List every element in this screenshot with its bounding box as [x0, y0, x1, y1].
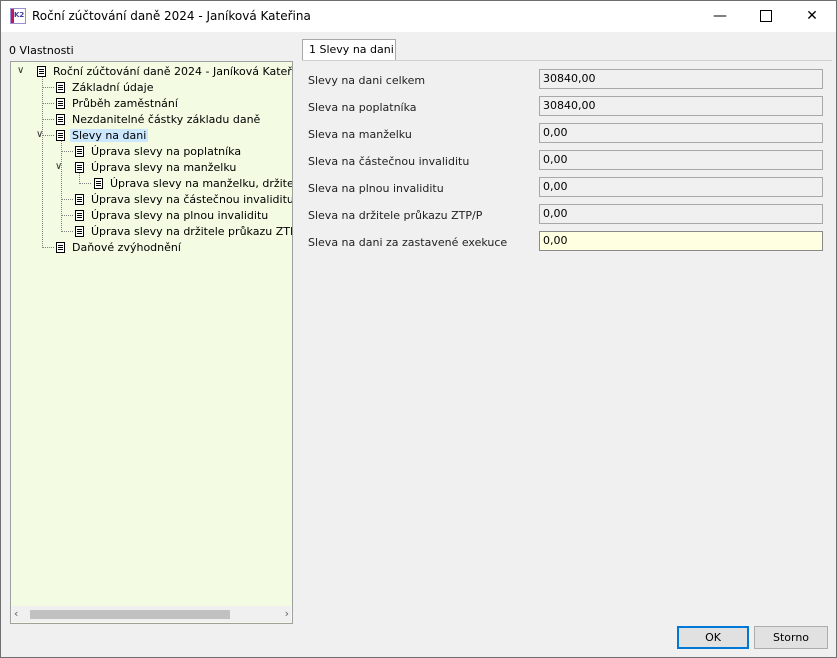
- field-sleva-castecna-invalidita: 0,00: [539, 150, 823, 170]
- tree-connector: [42, 76, 43, 248]
- properties-label: 0 Vlastnosti: [9, 44, 74, 57]
- tree-item-uprava-manzelku[interactable]: Úprava slevy na manželku: [89, 160, 238, 176]
- document-icon: [94, 178, 103, 189]
- dialog-window: K2 Roční zúčtování daně 2024 - Janíková …: [0, 0, 837, 658]
- tree-panel[interactable]: ∨ Roční zúčtování daně 2024 - Janíková K…: [10, 61, 293, 624]
- field-sleva-plna-invalidita: 0,00: [539, 177, 823, 197]
- document-icon: [75, 210, 84, 221]
- scroll-right-icon[interactable]: ›: [285, 607, 289, 620]
- tree-item-label: Slevy na dani: [70, 129, 149, 142]
- tree-connector: [42, 247, 54, 248]
- tree-item-uprava-castecnou-invaliditu[interactable]: Úprava slevy na částečnou invaliditu: [89, 192, 293, 208]
- tree-item-label: Roční zúčtování daně 2024 - Janíková Kat…: [53, 65, 293, 78]
- tree-item-label: Úprava slevy na manželku, držitelku p: [110, 177, 293, 190]
- tree-item-label: Úprava slevy na plnou invaliditu: [91, 209, 269, 222]
- close-button[interactable]: ✕: [789, 1, 835, 32]
- minimize-icon: —: [713, 8, 727, 24]
- document-icon: [56, 242, 65, 253]
- field-label-sleva-ztp: Sleva na držitele průkazu ZTP/P: [308, 209, 483, 222]
- tree-connector: [42, 119, 54, 120]
- field-label-sleva-manzelku: Sleva na manželku: [308, 128, 412, 141]
- scrollbar-thumb[interactable]: [30, 610, 230, 619]
- field-sleva-exekuce[interactable]: 0,00: [539, 231, 823, 251]
- document-icon: [75, 226, 84, 237]
- collapse-chevron-icon[interactable]: ∨: [17, 65, 24, 76]
- field-label-sleva-plna-invalidita: Sleva na plnou invaliditu: [308, 182, 444, 195]
- tree-item-uprava-plnou-invaliditu[interactable]: Úprava slevy na plnou invaliditu: [89, 208, 270, 224]
- tree-connector: [61, 151, 73, 152]
- minimize-button[interactable]: —: [697, 1, 743, 32]
- tree-connector: [42, 103, 54, 104]
- tree-item-danove-zvyhodneni[interactable]: Daňové zvýhodnění: [70, 240, 183, 256]
- cancel-button[interactable]: Storno: [754, 626, 828, 649]
- tree-item-label: Úprava slevy na držitele průkazu ZTP/P: [91, 225, 293, 238]
- document-icon: [56, 98, 65, 109]
- tree-connector: [61, 140, 62, 232]
- tree-item-label: Daňové zvýhodnění: [72, 241, 181, 254]
- field-slevy-celkem: 30840,00: [539, 69, 823, 89]
- app-icon: K2: [10, 8, 26, 24]
- document-icon: [37, 66, 46, 77]
- collapse-chevron-icon[interactable]: ∨: [55, 161, 62, 172]
- tree-item-root[interactable]: Roční zúčtování daně 2024 - Janíková Kat…: [51, 64, 293, 80]
- tree-item-label: Průběh zaměstnání: [72, 97, 178, 110]
- tree-connector: [42, 135, 54, 136]
- field-sleva-ztp: 0,00: [539, 204, 823, 224]
- tree-connector: [61, 215, 73, 216]
- document-icon: [56, 82, 65, 93]
- tree-item-uprava-ztp[interactable]: Úprava slevy na držitele průkazu ZTP/P: [89, 224, 293, 240]
- tree-item-label: Úprava slevy na částečnou invaliditu: [91, 193, 293, 206]
- collapse-chevron-icon[interactable]: ∨: [36, 129, 43, 140]
- ok-button[interactable]: OK: [677, 626, 749, 649]
- tree-item-prubeh-zamestnani[interactable]: Průběh zaměstnání: [70, 96, 180, 112]
- tab-slevy-na-dani[interactable]: 1 Slevy na dani: [302, 39, 396, 61]
- tree-item-label: Základní údaje: [72, 81, 154, 94]
- tree-connector: [61, 199, 73, 200]
- document-icon: [75, 194, 84, 205]
- tree-item-slevy-na-dani[interactable]: Slevy na dani: [70, 128, 149, 144]
- tree-connector: [61, 231, 73, 232]
- title-bar: K2 Roční zúčtování daně 2024 - Janíková …: [1, 1, 836, 32]
- tree-item-label: Úprava slevy na poplatníka: [91, 145, 242, 158]
- window-title: Roční zúčtování daně 2024 - Janíková Kat…: [32, 9, 311, 23]
- document-icon: [75, 162, 84, 173]
- tab-underline: [302, 60, 832, 61]
- close-icon: ✕: [806, 8, 818, 24]
- tree-connector: [42, 87, 54, 88]
- field-label-sleva-poplatnika: Sleva na poplatníka: [308, 101, 417, 114]
- tree-item-uprava-manzelku-drzitelku[interactable]: Úprava slevy na manželku, držitelku p: [108, 176, 293, 192]
- field-label-slevy-celkem: Slevy na dani celkem: [308, 74, 426, 87]
- document-icon: [75, 146, 84, 157]
- field-label-sleva-castecna-invalidita: Sleva na částečnou invaliditu: [308, 155, 470, 168]
- tree-item-zakladni-udaje[interactable]: Základní údaje: [70, 80, 155, 96]
- document-icon: [56, 130, 65, 141]
- maximize-icon: [760, 10, 772, 22]
- document-icon: [56, 114, 65, 125]
- field-label-sleva-exekuce: Sleva na dani za zastavené exekuce: [308, 236, 508, 249]
- tree-item-label: Úprava slevy na manželku: [91, 161, 237, 174]
- tree-item-uprava-poplatnika[interactable]: Úprava slevy na poplatníka: [89, 144, 243, 160]
- horizontal-scrollbar[interactable]: ‹ ›: [12, 606, 291, 622]
- tree-item-nezdanitelne-castky[interactable]: Nezdanitelné částky základu daně: [70, 112, 262, 128]
- scroll-left-icon[interactable]: ‹: [14, 607, 18, 620]
- field-sleva-poplatnika: 30840,00: [539, 96, 823, 116]
- tree-item-label: Nezdanitelné částky základu daně: [72, 113, 261, 126]
- field-sleva-manzelku: 0,00: [539, 123, 823, 143]
- app-icon-text: K2: [14, 11, 25, 19]
- tree-connector: [79, 183, 91, 184]
- maximize-button[interactable]: [743, 1, 789, 32]
